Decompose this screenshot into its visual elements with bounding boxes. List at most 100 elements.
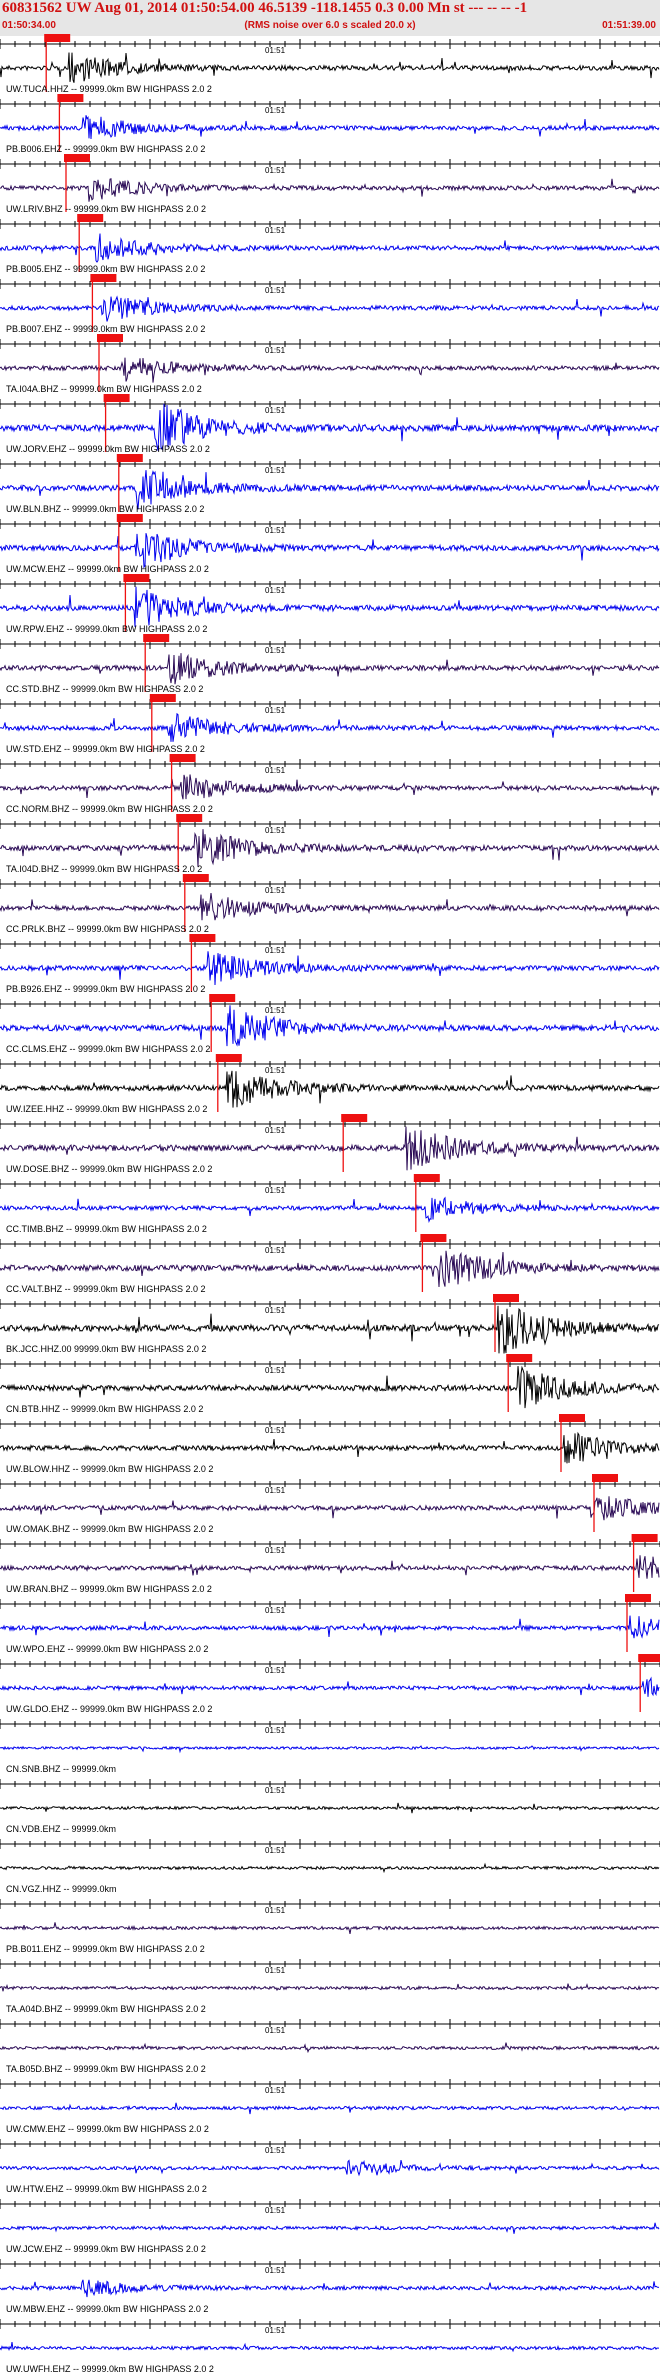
- minute-label: 01:51: [265, 1906, 286, 1915]
- station-label: UW.WPO.EHZ -- 99999.0km BW HIGHPASS 2.0 …: [6, 1644, 208, 1654]
- waveform: [0, 2279, 660, 2298]
- station-label: PB.B006.EHZ -- 99999.0km BW HIGHPASS 2.0…: [6, 144, 205, 154]
- trace-row: 01:51 UW.STD.EHZ -- 99999.0km BW HIGHPASS…: [0, 694, 660, 754]
- station-label: UW.HTW.EHZ -- 99999.0km BW HIGHPASS 2.0 …: [6, 2184, 207, 2194]
- trace-row: 01:51 CN.VGZ.HHZ -- 99999.0km: [0, 1839, 660, 1894]
- trace-row: 01:51 UW.BLOW.HHZ -- 99999.0km BW HIGHPAS…: [0, 1414, 660, 1474]
- pick-box: [77, 214, 104, 222]
- minute-label: 01:51: [265, 1666, 286, 1675]
- pick-box: [97, 334, 123, 342]
- minute-label: 01:51: [265, 1306, 286, 1315]
- waveform: [0, 233, 660, 263]
- minute-label: 01:51: [265, 226, 286, 235]
- pick-box: [413, 1174, 440, 1182]
- trace-row: 01:51 UW.RPW.EHZ -- 99999.0km BW HIGHPASS…: [0, 574, 660, 634]
- minute-label: 01:51: [265, 406, 286, 415]
- pick-box: [149, 694, 176, 702]
- trace-row: 01:51 UW.JCW.EHZ -- 99999.0km BW HIGHPASS…: [0, 2199, 660, 2254]
- minute-label: 01:51: [265, 706, 286, 715]
- waveform: [0, 951, 660, 986]
- waveform: [0, 178, 660, 202]
- trace-row: 01:51 TA.B05D.BHZ -- 99999.0km BW HIGHPAS…: [0, 2019, 660, 2074]
- waveform: [0, 2342, 659, 2353]
- minute-label: 01:51: [265, 1606, 286, 1615]
- station-label: UW.TUCA.HHZ -- 99999.0km BW HIGHPASS 2.0…: [6, 84, 212, 94]
- pick-box: [341, 1114, 368, 1122]
- minute-label: 01:51: [265, 46, 286, 55]
- station-label: PB.B926.EHZ -- 99999.0km BW HIGHPASS 2.0…: [6, 984, 205, 994]
- station-label: UW.OMAK.BHZ -- 99999.0km BW HIGHPASS 2.0…: [6, 1524, 213, 1534]
- station-label: UW.JORV.EHZ -- 99999.0km BW HIGHPASS 2.0…: [6, 444, 210, 454]
- trace-row: 01:51 UW.CMW.EHZ -- 99999.0km BW HIGHPASS…: [0, 2079, 660, 2134]
- station-label: CN.SNB.BHZ -- 99999.0km: [6, 1764, 116, 1774]
- trace-row: 01:51 PB.B005.EHZ -- 99999.0km BW HIGHPAS…: [0, 214, 660, 274]
- trace-row: 01:51 UW.BLN.BHZ -- 99999.0km BW HIGHPASS…: [0, 454, 660, 514]
- waveform: [0, 1676, 660, 1697]
- trace-row: 01:51 PB.B006.EHZ -- 99999.0km BW HIGHPAS…: [0, 94, 660, 154]
- trace-row: 01:51 UW.BRAN.BHZ -- 99999.0km BW HIGHPAS…: [0, 1534, 660, 1594]
- trace-row: 01:51 CC.TIMB.BHZ -- 99999.0km BW HIGHPAS…: [0, 1174, 660, 1234]
- pick-box: [215, 1054, 242, 1062]
- trace-row: 01:51 CN.BTB.HHZ -- 99999.0km BW HIGHPASS…: [0, 1354, 660, 1414]
- minute-label: 01:51: [265, 1786, 286, 1795]
- minute-label: 01:51: [265, 106, 286, 115]
- minute-label: 01:51: [265, 166, 286, 175]
- station-label: UW.BLOW.HHZ -- 99999.0km BW HIGHPASS 2.0…: [6, 1464, 213, 1474]
- minute-label: 01:51: [265, 346, 286, 355]
- minute-label: 01:51: [265, 466, 286, 475]
- waveform: [0, 115, 660, 140]
- pick-box: [90, 274, 117, 282]
- minute-label: 01:51: [265, 1846, 286, 1855]
- trace-row: 01:51 TA.I04D.BHZ -- 99999.0km BW HIGHPAS…: [0, 814, 660, 874]
- minute-label: 01:51: [265, 1006, 286, 1015]
- station-label: CC.CLMS.EHZ -- 99999.0km BW HIGHPASS 2.0…: [6, 1044, 210, 1054]
- trace-row: 01:51 UW.IZEE.HHZ -- 99999.0km BW HIGHPAS…: [0, 1054, 660, 1114]
- pick-box: [420, 1234, 447, 1242]
- trace-row: 01:51 CN.SNB.BHZ -- 99999.0km: [0, 1719, 660, 1774]
- waveform: [0, 1983, 660, 1992]
- waveform: [0, 1431, 660, 1464]
- station-label: CC.VALT.BHZ -- 99999.0km BW HIGHPASS 2.0…: [6, 1284, 206, 1294]
- minute-label: 01:51: [265, 1066, 286, 1075]
- trace-row: 01:51 UW.TUCA.HHZ -- 99999.0km BW HIGHPAS…: [0, 34, 660, 94]
- minute-label: 01:51: [265, 646, 286, 655]
- station-label: UW.BRAN.BHZ -- 99999.0km BW HIGHPASS 2.0…: [6, 1584, 212, 1594]
- pick-box: [638, 1654, 660, 1662]
- minute-label: 01:51: [265, 2026, 286, 2035]
- trace-row: 01:51 CC.STD.BHZ -- 99999.0km BW HIGHPASS…: [0, 634, 660, 694]
- waveform: [0, 1070, 660, 1108]
- pick-box: [116, 454, 143, 462]
- waveform: [0, 1555, 660, 1579]
- minute-label: 01:51: [265, 1426, 286, 1435]
- waveform: [0, 295, 660, 322]
- minute-label: 01:51: [265, 946, 286, 955]
- pick-box: [169, 754, 196, 762]
- waveform: [0, 52, 660, 83]
- minute-label: 01:51: [265, 2086, 286, 2095]
- pick-box: [625, 1594, 651, 1602]
- minute-label: 01:51: [265, 1366, 286, 1375]
- minute-label: 01:51: [265, 1486, 286, 1495]
- station-label: UW.DOSE.BHZ -- 99999.0km BW HIGHPASS 2.0…: [6, 1164, 212, 1174]
- station-label: TA.A04D.BHZ -- 99999.0km BW HIGHPASS 2.0…: [6, 2004, 206, 2014]
- trace-row: 01:51 UW.DOSE.BHZ -- 99999.0km BW HIGHPAS…: [0, 1114, 660, 1174]
- pick-box: [209, 994, 236, 1002]
- pick-box: [143, 634, 170, 642]
- waveform: [0, 774, 660, 800]
- waveform: [0, 829, 660, 867]
- trace-row: 01:51 UW.WPO.EHZ -- 99999.0km BW HIGHPASS…: [0, 1594, 660, 1654]
- trace-row: 01:51 UW.UWFH.EHZ -- 99999.0km BW HIGHPAS…: [0, 2319, 660, 2374]
- station-label: PB.B011.EHZ -- 99999.0km BW HIGHPASS 2.0…: [6, 1944, 205, 1954]
- trace-row: 01:51 BK.JCC.HHZ.00 99999.0km BW HIGHPASS…: [0, 1294, 660, 1354]
- trace-row: 01:51 CN.VDB.EHZ -- 99999.0km: [0, 1779, 660, 1834]
- trace-row: 01:51 UW.MCW.EHZ -- 99999.0km BW HIGHPASS…: [0, 514, 660, 574]
- minute-label: 01:51: [265, 1726, 286, 1735]
- trace-row: 01:51 UW.HTW.EHZ -- 99999.0km BW HIGHPASS…: [0, 2139, 660, 2194]
- trace-row: 01:51 UW.LRIV.BHZ -- 99999.0km BW HIGHPAS…: [0, 154, 660, 214]
- pick-box: [64, 154, 90, 162]
- station-label: PB.B005.EHZ -- 99999.0km BW HIGHPASS 2.0…: [6, 264, 205, 274]
- station-label: CN.BTB.HHZ -- 99999.0km BW HIGHPASS 2.0 …: [6, 1404, 203, 1414]
- station-label: TA.B05D.BHZ -- 99999.0km BW HIGHPASS 2.0…: [6, 2064, 206, 2074]
- trace-row: 01:51 PB.B007.EHZ -- 99999.0km BW HIGHPAS…: [0, 274, 660, 334]
- pick-box: [103, 394, 130, 402]
